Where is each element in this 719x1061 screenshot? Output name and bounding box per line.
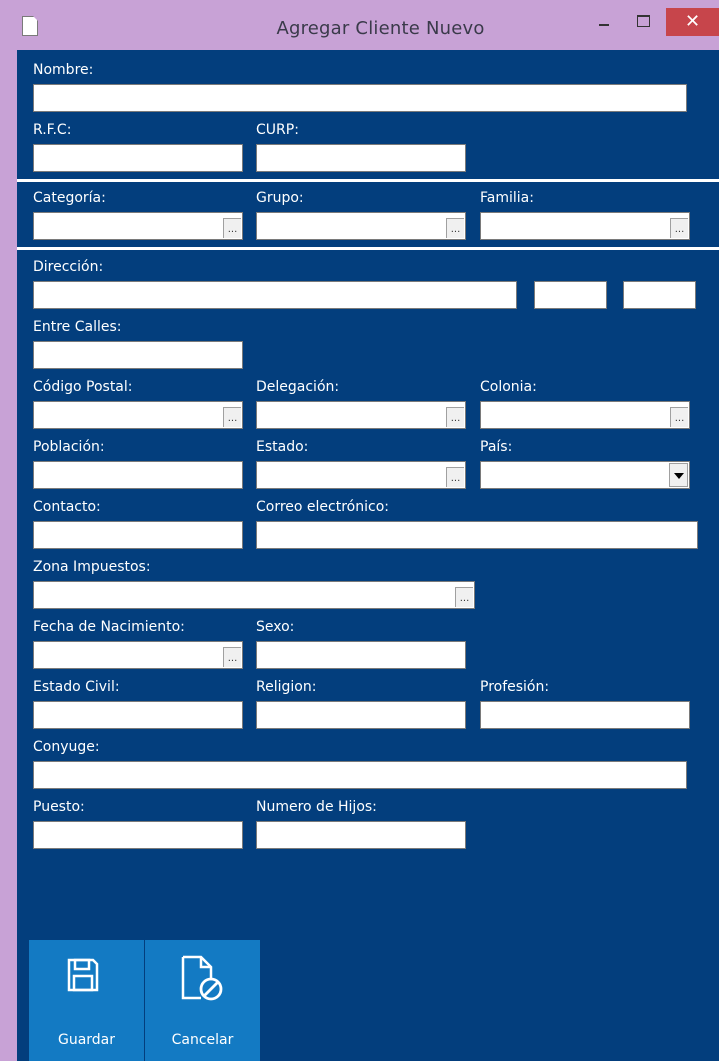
conyuge-label: Conyuge: xyxy=(33,739,100,755)
estado-civil-input[interactable] xyxy=(33,701,243,729)
entre-calles-label: Entre Calles: xyxy=(33,319,122,335)
religion-label: Religion: xyxy=(256,679,317,695)
curp-input[interactable] xyxy=(256,144,466,172)
numero-interior-input[interactable] xyxy=(623,281,696,309)
poblacion-label: Población: xyxy=(33,439,105,455)
codigo-postal-lookup-button[interactable]: ... xyxy=(223,407,241,427)
save-button-label: Guardar xyxy=(57,1032,116,1048)
section-divider xyxy=(17,247,719,250)
close-button[interactable]: ✕ xyxy=(666,8,719,36)
delegacion-field[interactable]: ... xyxy=(256,401,466,429)
familia-field[interactable]: ... xyxy=(480,212,690,240)
title-bar[interactable]: Agregar Cliente Nuevo ✕ xyxy=(8,8,719,50)
zona-impuestos-label: Zona Impuestos: xyxy=(33,559,151,575)
categoria-field[interactable]: ... xyxy=(33,212,243,240)
numero-hijos-input[interactable] xyxy=(256,821,466,849)
save-button[interactable]: Guardar xyxy=(29,940,144,1061)
rfc-input[interactable] xyxy=(33,144,243,172)
profesion-label: Profesión: xyxy=(480,679,550,695)
grupo-field[interactable]: ... xyxy=(256,212,466,240)
familia-label: Familia: xyxy=(480,190,534,206)
puesto-label: Puesto: xyxy=(33,799,85,815)
cancel-button[interactable]: Cancelar xyxy=(145,940,260,1061)
minimize-icon xyxy=(599,24,609,26)
contacto-input[interactable] xyxy=(33,521,243,549)
document-cancel-icon xyxy=(181,955,223,1001)
religion-input[interactable] xyxy=(256,701,466,729)
chevron-down-icon[interactable] xyxy=(669,463,688,487)
curp-label: CURP: xyxy=(256,122,299,138)
numero-exterior-input[interactable] xyxy=(534,281,607,309)
add-client-window: Agregar Cliente Nuevo ✕ Nombre: R.F.C: C… xyxy=(0,0,719,1061)
sexo-input[interactable] xyxy=(256,641,466,669)
client-form: Nombre: R.F.C: CURP: Categoría: ... Grup… xyxy=(17,50,719,1061)
sexo-label: Sexo: xyxy=(256,619,295,635)
conyuge-input[interactable] xyxy=(33,761,687,789)
delegacion-label: Delegación: xyxy=(256,379,340,395)
estado-civil-label: Estado Civil: xyxy=(33,679,120,695)
colonia-lookup-button[interactable]: ... xyxy=(670,407,688,427)
delegacion-lookup-button[interactable]: ... xyxy=(446,407,464,427)
estado-lookup-button[interactable]: ... xyxy=(446,467,464,487)
colonia-label: Colonia: xyxy=(480,379,537,395)
close-icon: ✕ xyxy=(684,11,701,32)
numero-hijos-label: Numero de Hijos: xyxy=(256,799,377,815)
direccion-input[interactable] xyxy=(33,281,517,309)
poblacion-input[interactable] xyxy=(33,461,243,489)
estado-label: Estado: xyxy=(256,439,309,455)
familia-lookup-button[interactable]: ... xyxy=(670,218,688,238)
floppy-disk-icon xyxy=(67,958,99,992)
categoria-lookup-button[interactable]: ... xyxy=(223,218,241,238)
colonia-field[interactable]: ... xyxy=(480,401,690,429)
pais-label: País: xyxy=(480,439,513,455)
section-divider xyxy=(17,179,719,182)
codigo-postal-field[interactable]: ... xyxy=(33,401,243,429)
grupo-label: Grupo: xyxy=(256,190,304,206)
entre-calles-input[interactable] xyxy=(33,341,243,369)
zona-impuestos-lookup-button[interactable]: ... xyxy=(455,587,473,607)
profesion-input[interactable] xyxy=(480,701,690,729)
grupo-lookup-button[interactable]: ... xyxy=(446,218,464,238)
estado-field[interactable]: ... xyxy=(256,461,466,489)
categoria-label: Categoría: xyxy=(33,190,106,206)
maximize-icon xyxy=(637,15,650,27)
zona-impuestos-field[interactable]: ... xyxy=(33,581,475,609)
rfc-label: R.F.C: xyxy=(33,122,72,138)
fecha-nacimiento-lookup-button[interactable]: ... xyxy=(223,647,241,667)
cancel-button-label: Cancelar xyxy=(171,1032,234,1048)
correo-label: Correo electrónico: xyxy=(256,499,389,515)
nombre-label: Nombre: xyxy=(33,62,94,78)
contacto-label: Contacto: xyxy=(33,499,101,515)
minimize-button[interactable] xyxy=(584,8,624,36)
direccion-label: Dirección: xyxy=(33,259,104,275)
fecha-nacimiento-label: Fecha de Nacimiento: xyxy=(33,619,185,635)
codigo-postal-label: Código Postal: xyxy=(33,379,133,395)
fecha-nacimiento-field[interactable]: ... xyxy=(33,641,243,669)
maximize-button[interactable] xyxy=(624,8,664,36)
puesto-input[interactable] xyxy=(33,821,243,849)
nombre-input[interactable] xyxy=(33,84,687,112)
pais-select[interactable] xyxy=(480,461,690,489)
correo-input[interactable] xyxy=(256,521,698,549)
